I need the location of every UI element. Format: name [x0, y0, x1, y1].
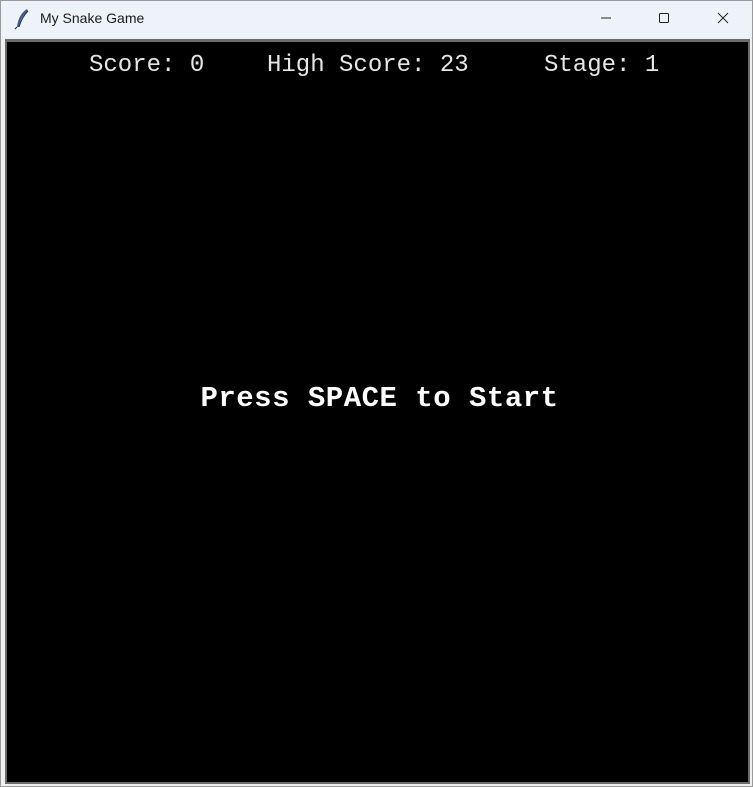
stage-label: Stage:: [544, 52, 631, 79]
stage-display: Stage: 1: [544, 52, 659, 80]
feather-icon: [13, 8, 33, 30]
window-title: My Snake Game: [40, 10, 145, 26]
high-score-display: High Score: 23: [267, 52, 469, 80]
minimize-button[interactable]: [577, 1, 635, 38]
game-canvas[interactable]: Score: 0 High Score: 23 Stage: 1 Press S…: [5, 39, 750, 784]
minimize-icon: [600, 11, 612, 29]
start-message: Press SPACE to Start: [200, 382, 559, 415]
score-label: Score:: [89, 52, 176, 79]
close-button[interactable]: [694, 1, 752, 38]
app-window: My Snake Game Score: 0 High Score: 23 St…: [0, 0, 753, 787]
maximize-icon: [658, 11, 670, 29]
score-display: Score: 0: [89, 52, 204, 80]
score-value: 0: [189, 52, 205, 79]
close-icon: [717, 11, 729, 29]
high-score-label: High Score:: [267, 52, 426, 79]
high-score-value: 23: [439, 52, 469, 79]
title-bar[interactable]: My Snake Game: [1, 1, 752, 38]
stage-value: 1: [644, 52, 660, 79]
maximize-button[interactable]: [635, 1, 693, 38]
